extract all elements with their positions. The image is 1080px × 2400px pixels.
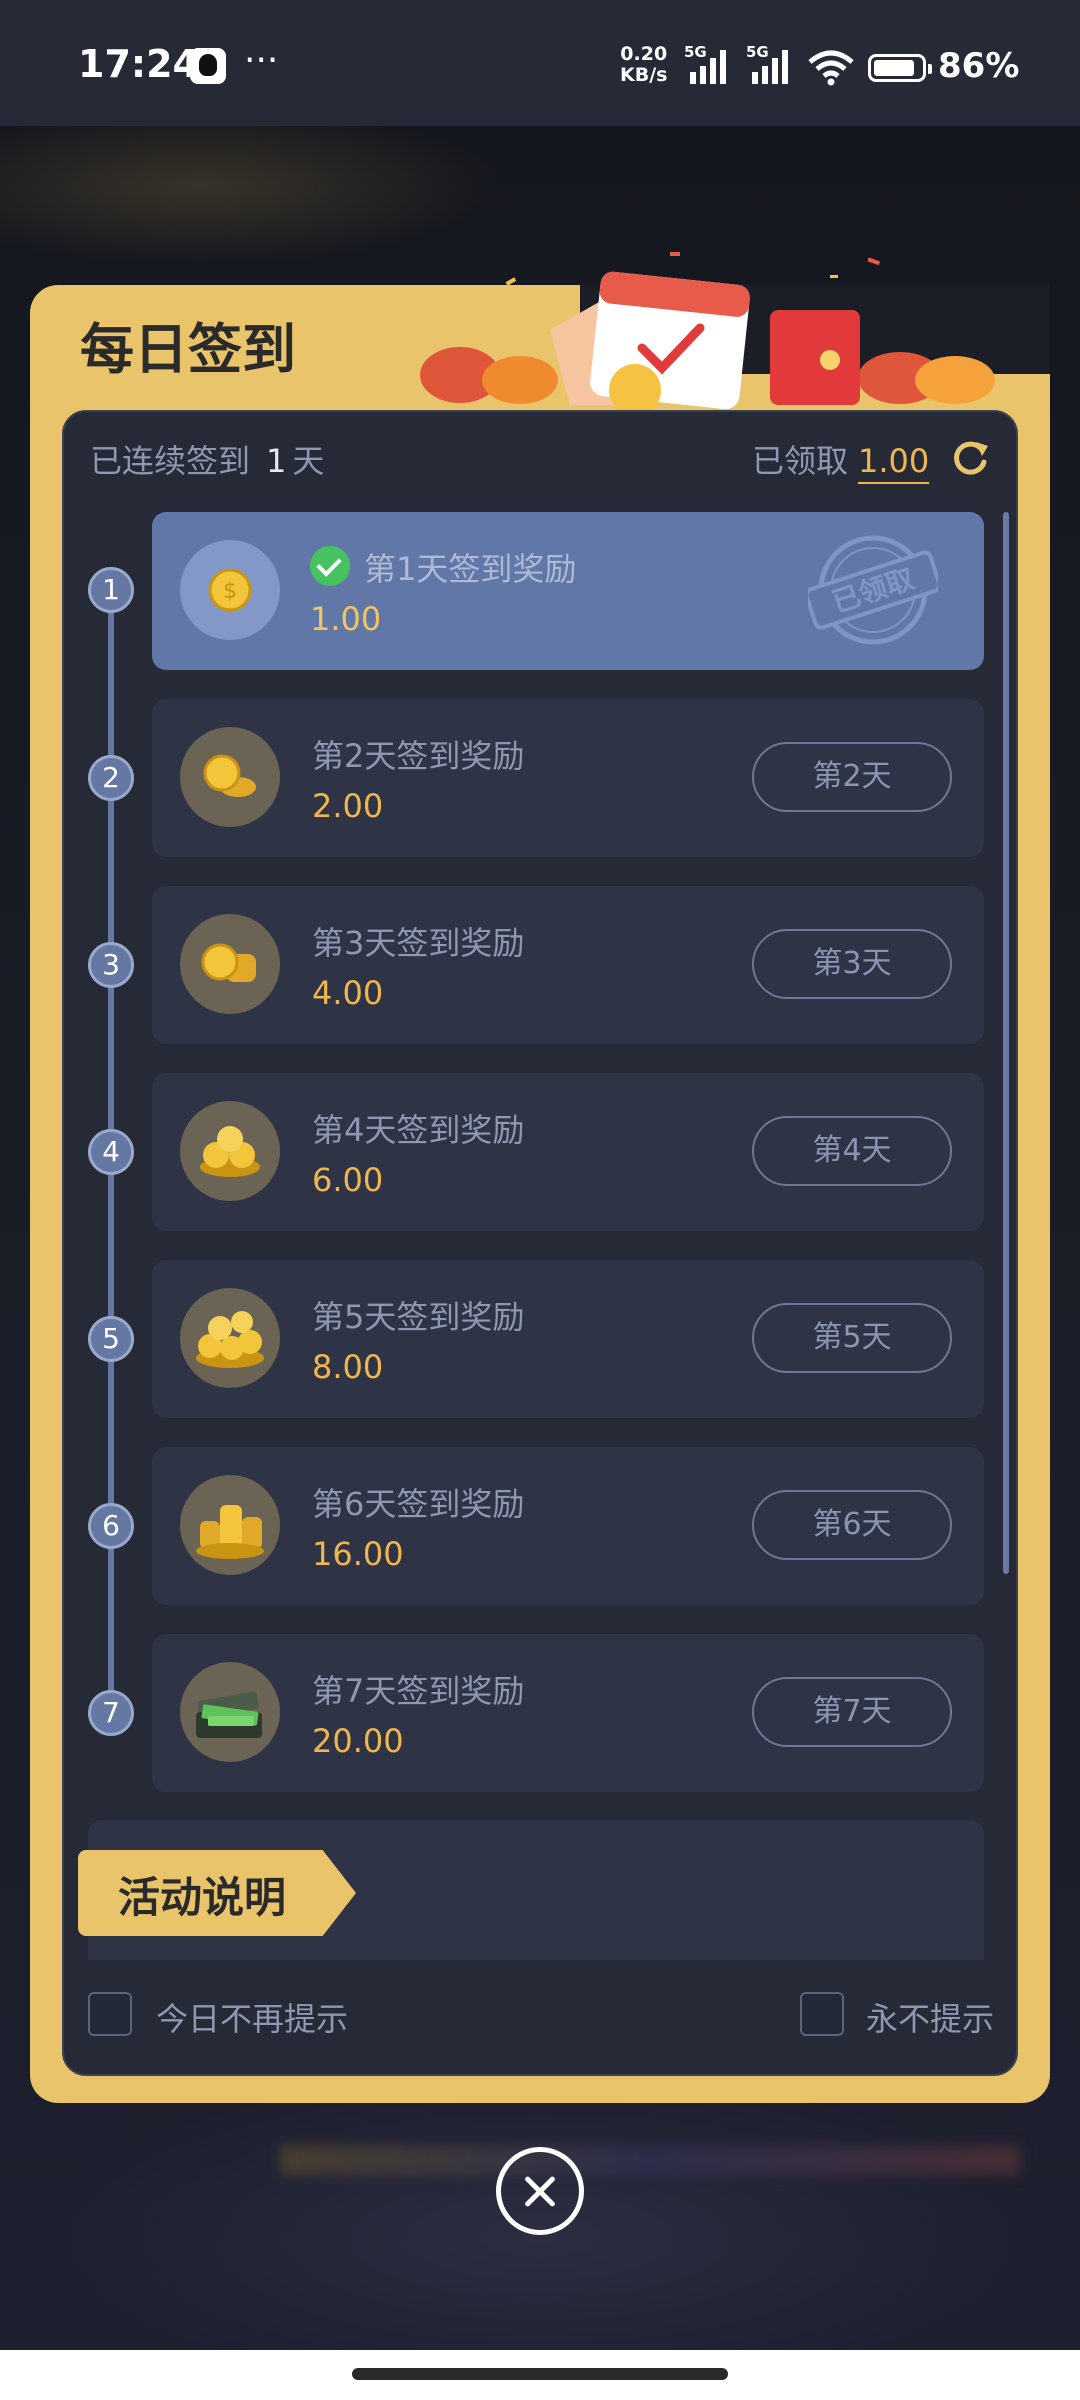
coin-pile-icon (180, 1101, 280, 1201)
signal1-label: 5G (684, 44, 707, 61)
status-bar: 17:24 ··· 0.20 KB/s 5G 5G 86% (0, 0, 1080, 126)
qq-notification-icon (190, 48, 226, 84)
streak-days: 1 (266, 442, 287, 480)
reward-amount: 6.00 (312, 1161, 384, 1199)
coin-tower-icon (180, 1475, 280, 1575)
reward-amount: 8.00 (312, 1348, 384, 1386)
reward-amount: 16.00 (312, 1535, 404, 1573)
two-coins-icon (180, 727, 280, 827)
dialog-title: 每日签到 (80, 318, 296, 381)
coin-heap-icon (180, 1288, 280, 1388)
reward-title: 第5天签到奖励 (312, 1298, 525, 1336)
received-amount: 1.00 (858, 442, 930, 484)
reward-amount: 4.00 (312, 974, 384, 1012)
reward-title: 第2天签到奖励 (312, 737, 525, 775)
network-speed: 0.20 KB/s (620, 44, 667, 86)
coin-stack-icon (180, 914, 280, 1014)
network-speed-value: 0.20 (620, 43, 668, 65)
battery-icon (868, 54, 932, 82)
scrollbar[interactable] (1003, 512, 1009, 1574)
received-info: 已领取 1.00 (752, 436, 930, 484)
reward-title: 第3天签到奖励 (312, 924, 525, 962)
claimed-check-icon (310, 546, 350, 586)
cash-briefcase-icon (180, 1662, 280, 1762)
activity-description-label: 活动说明 (118, 1873, 287, 1922)
reward-card-day-7: 第7天签到奖励 20.00 第7天 (152, 1634, 984, 1792)
day-5-button[interactable]: 第5天 (752, 1303, 952, 1373)
reward-amount: 20.00 (312, 1722, 404, 1760)
cellular-signal-icon: 5G (684, 44, 726, 84)
reward-card-day-6: 第6天签到奖励 16.00 第6天 (152, 1447, 984, 1605)
cellular-signal-2-icon: 5G (746, 44, 788, 84)
reward-card-day-2: 第2天签到奖励 2.00 第2天 (152, 699, 984, 857)
reward-title: 第4天签到奖励 (312, 1111, 525, 1149)
wifi-icon (808, 50, 854, 86)
close-icon[interactable] (496, 2147, 584, 2235)
reward-card-day-5: 第5天签到奖励 8.00 第5天 (152, 1260, 984, 1418)
step-marker-1: 1 (88, 567, 134, 613)
never-remind-checkbox[interactable] (800, 1992, 844, 2036)
today-no-remind-label: 今日不再提示 (156, 2000, 349, 2038)
day-2-button[interactable]: 第2天 (752, 742, 952, 812)
day-3-button[interactable]: 第3天 (752, 929, 952, 999)
reward-card-day-3: 第3天签到奖励 4.00 第3天 (152, 886, 984, 1044)
signal2-label: 5G (746, 44, 769, 61)
streak-info: 已连续签到 1 天 (90, 436, 324, 482)
day-6-button[interactable]: 第6天 (752, 1490, 952, 1560)
streak-suffix: 天 (292, 442, 325, 480)
step-marker-4: 4 (88, 1129, 134, 1175)
step-marker-7: 7 (88, 1690, 134, 1736)
today-no-remind-checkbox[interactable] (88, 1992, 132, 2036)
step-marker-3: 3 (88, 942, 134, 988)
streak-prefix: 已连续签到 (90, 442, 251, 480)
single-coin-icon: $ (180, 540, 280, 640)
clock: 17:24 (78, 42, 199, 86)
claimed-stamp: 已领取 (808, 535, 938, 645)
never-remind-label: 永不提示 (866, 2000, 995, 2038)
svg-text:$: $ (223, 579, 237, 604)
reward-title: 第7天签到奖励 (312, 1672, 525, 1710)
calendar-gift-illustration (420, 252, 995, 410)
refresh-icon[interactable] (948, 436, 992, 480)
step-marker-2: 2 (88, 755, 134, 801)
battery-percent: 86% (938, 46, 1020, 86)
reward-amount: 2.00 (312, 787, 384, 825)
reward-amount: 1.00 (310, 600, 382, 638)
received-label: 已领取 (752, 442, 849, 480)
day-4-button[interactable]: 第4天 (752, 1116, 952, 1186)
day-7-button[interactable]: 第7天 (752, 1677, 952, 1747)
home-gesture-handle[interactable] (352, 2368, 728, 2380)
network-speed-unit: KB/s (620, 64, 668, 86)
more-notifications-icon: ··· (244, 40, 279, 81)
step-marker-6: 6 (88, 1503, 134, 1549)
blurred-background-band (280, 2145, 1020, 2175)
reward-card-day-1: $ 第1天签到奖励 1.00 已领取 (152, 512, 984, 670)
step-marker-5: 5 (88, 1316, 134, 1362)
reward-card-day-4: 第4天签到奖励 6.00 第4天 (152, 1073, 984, 1231)
reward-title: 第6天签到奖励 (312, 1485, 525, 1523)
reward-title: 第1天签到奖励 (364, 550, 577, 588)
